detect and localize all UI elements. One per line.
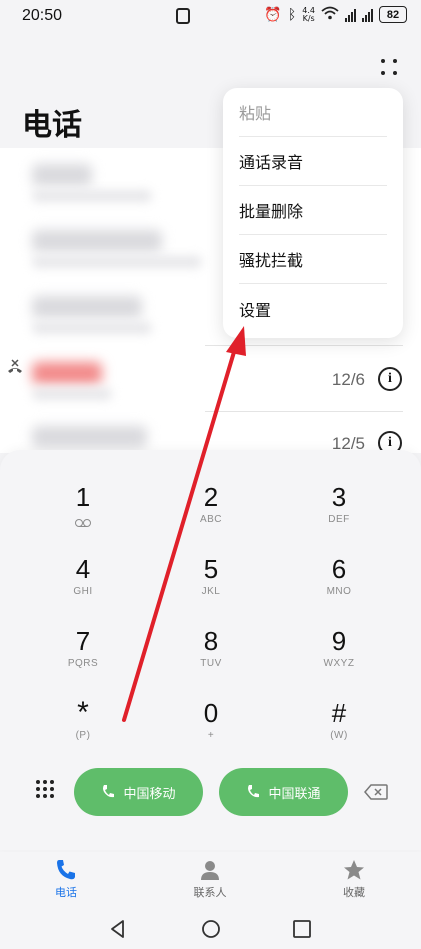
dial-key-4[interactable]: 4 GHI bbox=[33, 546, 133, 612]
sim1-label: 中国移动 bbox=[123, 786, 176, 802]
missed-call-icon bbox=[8, 359, 22, 373]
status-time: 20:50 bbox=[22, 7, 63, 24]
menu-item-paste: 粘贴 bbox=[239, 88, 387, 137]
dial-key-7[interactable]: 7 PQRS bbox=[33, 618, 133, 684]
recents-icon[interactable] bbox=[292, 919, 312, 939]
tab-contacts[interactable]: 联系人 bbox=[170, 858, 250, 900]
tab-favorites[interactable]: 收藏 bbox=[314, 858, 394, 900]
dial-key-6[interactable]: 6 MNO bbox=[289, 546, 389, 612]
dial-key-3[interactable]: 3 DEF bbox=[289, 474, 389, 540]
home-icon[interactable] bbox=[201, 919, 221, 939]
bluetooth-icon: ᛒ bbox=[287, 6, 297, 23]
status-icons: ⏰ ᛒ 4.4 K/s 82 bbox=[264, 6, 407, 23]
call-button-sim2[interactable]: 中国联通 bbox=[219, 768, 348, 816]
signal-icon-1 bbox=[345, 8, 356, 22]
dial-key-hash[interactable]: # (W) bbox=[289, 690, 389, 756]
phone-hd-icon bbox=[103, 785, 115, 798]
keypad-toggle-icon[interactable] bbox=[34, 778, 56, 800]
star-icon bbox=[344, 860, 364, 880]
net-speed: 4.4 K/s bbox=[302, 5, 315, 23]
status-bar: 20:50 ⏰ ᛒ 4.4 K/s 82 bbox=[0, 0, 421, 32]
dial-key-5[interactable]: 5 JKL bbox=[161, 546, 261, 612]
call-log-row[interactable]: 12/6 i bbox=[0, 346, 421, 412]
info-icon[interactable]: i bbox=[378, 367, 402, 391]
dial-key-1[interactable]: 1 bbox=[33, 474, 133, 540]
call-button-sim1[interactable]: 中国移动 bbox=[74, 768, 203, 816]
back-icon[interactable] bbox=[108, 919, 128, 939]
overflow-menu: 粘贴 通话录音 批量删除 骚扰拦截 设置 bbox=[223, 88, 403, 338]
alarm-icon: ⏰ bbox=[264, 6, 282, 23]
bottom-nav: 电话 联系人 收藏 bbox=[0, 852, 421, 907]
battery-icon: 82 bbox=[379, 6, 407, 23]
more-options-icon[interactable] bbox=[378, 56, 400, 78]
menu-item-call-recording[interactable]: 通话录音 bbox=[239, 137, 387, 186]
phone-hd-icon bbox=[248, 785, 260, 798]
dial-key-0[interactable]: 0 + bbox=[161, 690, 261, 756]
contacts-icon bbox=[201, 861, 219, 880]
page-title: 电话 bbox=[22, 108, 82, 143]
call-date: 12/6 bbox=[331, 370, 365, 389]
dial-key-8[interactable]: 8 TUV bbox=[161, 618, 261, 684]
sim2-label: 中国联通 bbox=[268, 786, 321, 802]
voicemail-icon bbox=[75, 519, 91, 527]
system-nav-bar bbox=[0, 907, 421, 949]
menu-item-batch-delete[interactable]: 批量删除 bbox=[239, 186, 387, 235]
signal-icon-2 bbox=[362, 8, 373, 22]
tab-phone[interactable]: 电话 bbox=[26, 858, 106, 900]
menu-item-spam-block[interactable]: 骚扰拦截 bbox=[239, 235, 387, 284]
dial-key-2[interactable]: 2 ABC bbox=[161, 474, 261, 540]
menu-item-settings[interactable]: 设置 bbox=[239, 284, 387, 333]
dial-key-star[interactable]: * (P) bbox=[33, 690, 133, 756]
nfc-icon bbox=[176, 8, 190, 24]
phone-icon bbox=[57, 860, 75, 880]
dial-key-9[interactable]: 9 WXYZ bbox=[289, 618, 389, 684]
backspace-icon[interactable] bbox=[364, 784, 388, 800]
wifi-icon bbox=[321, 6, 339, 23]
